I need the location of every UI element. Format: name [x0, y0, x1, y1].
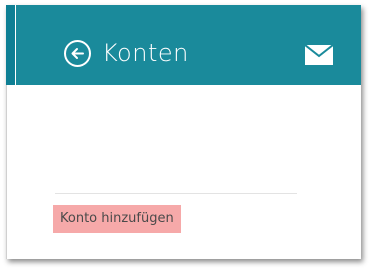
mail-button[interactable] — [304, 44, 334, 65]
header-bar: Konten — [16, 5, 361, 85]
add-account-button[interactable]: Konto hinzufügen — [53, 205, 181, 233]
back-button[interactable] — [64, 40, 91, 67]
page-title: Konten — [102, 39, 189, 67]
divider — [55, 193, 297, 194]
envelope-icon — [304, 44, 334, 69]
accent-strip — [6, 5, 15, 85]
accounts-window: Konten Konto hinzufügen — [6, 5, 361, 259]
